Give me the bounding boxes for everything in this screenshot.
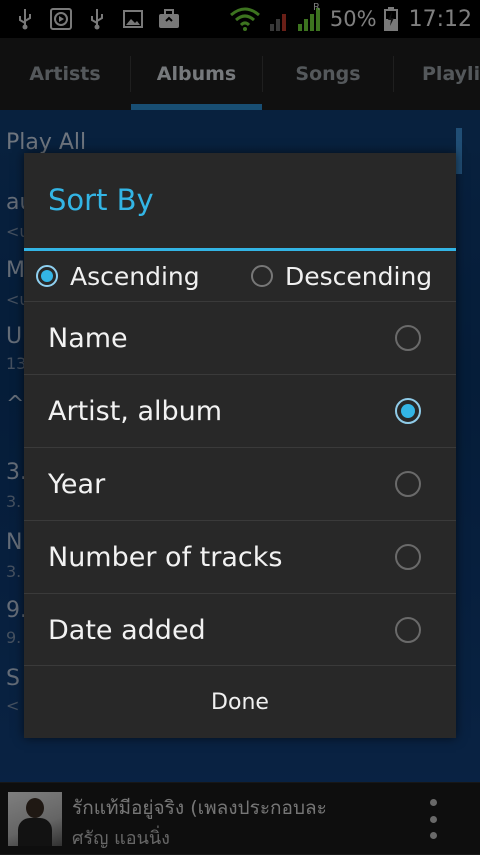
option-label: Year: [48, 469, 106, 500]
option-label: Name: [48, 323, 128, 354]
done-button[interactable]: Done: [24, 665, 456, 739]
sort-option-date-added[interactable]: Date added: [24, 593, 456, 667]
sort-order-group: Ascending Descending: [24, 251, 456, 301]
sort-option-artist-album[interactable]: Artist, album: [24, 374, 456, 448]
ascending-option[interactable]: Ascending: [36, 251, 200, 301]
sort-option-year[interactable]: Year: [24, 447, 456, 521]
ascending-label: Ascending: [70, 261, 200, 291]
option-radio[interactable]: [395, 471, 421, 497]
option-label: Number of tracks: [48, 542, 283, 573]
option-radio[interactable]: [395, 544, 421, 570]
option-label: Artist, album: [48, 396, 223, 427]
sort-dialog: Sort By Ascending Descending Name Artist…: [24, 153, 456, 738]
dialog-title: Sort By: [48, 183, 154, 217]
sort-option-name[interactable]: Name: [24, 301, 456, 375]
descending-option[interactable]: Descending: [251, 251, 432, 301]
option-radio[interactable]: [395, 617, 421, 643]
sort-option-number-of-tracks[interactable]: Number of tracks: [24, 520, 456, 594]
descending-label: Descending: [285, 261, 433, 291]
option-radio[interactable]: [395, 398, 421, 424]
option-radio[interactable]: [395, 325, 421, 351]
option-label: Date added: [48, 615, 206, 646]
descending-radio[interactable]: [251, 265, 273, 287]
ascending-radio[interactable]: [36, 265, 58, 287]
